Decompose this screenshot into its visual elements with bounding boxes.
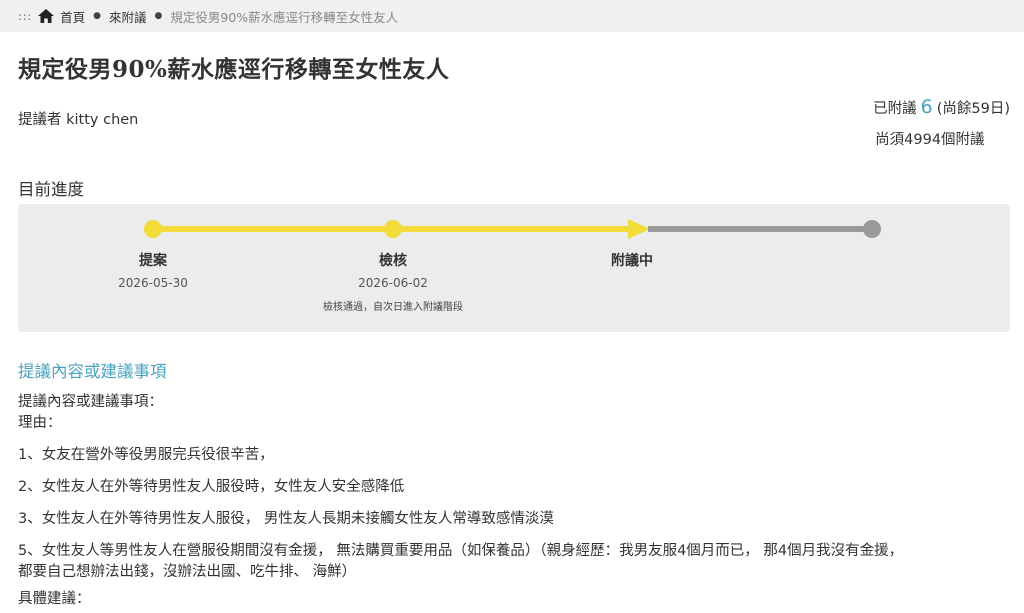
stage-date: 2026-05-30: [118, 276, 188, 290]
page-title: 規定役男90%薪水應逕行移轉至女性友人: [18, 56, 450, 83]
content-line: 提議內容或建議事項：: [18, 394, 163, 410]
breadcrumb-separator: ●: [93, 11, 101, 21]
needed-signatures: 尚須4994個附議: [875, 132, 985, 148]
content-line: 理由：: [18, 415, 62, 431]
stage-proposal: 提案 2026-05-30: [73, 250, 233, 290]
stage-label: 提案: [139, 253, 167, 269]
signed-count: 6: [920, 96, 933, 118]
stage-dot-review: [384, 220, 402, 238]
stage-dot-final: [863, 220, 881, 238]
home-icon[interactable]: [38, 9, 55, 23]
content-line: 1、女友在營外等役男服完兵役很辛苦，: [18, 447, 274, 463]
content-heading: 提議內容或建議事項: [18, 362, 167, 381]
progress-heading: 目前進度: [18, 180, 84, 199]
stage-note: 檢核通過，自次日進入附議階段: [323, 302, 463, 313]
accesskey-dots[interactable]: :::: [18, 10, 32, 23]
signed-prefix: 已附議: [873, 101, 917, 117]
signed-line: 已附議 6 (尚餘59日): [873, 94, 1010, 122]
stage-review: 檢核 2026-06-02 檢核通過，自次日進入附議階段: [313, 250, 473, 313]
remaining-days: (尚餘59日): [936, 101, 1010, 117]
breadcrumb-home-link[interactable]: 首頁: [60, 7, 85, 26]
content-line: 都要自己想辦法出錢，沒辦法出國、吃牛排、 海鮮）: [18, 564, 357, 580]
breadcrumb: ::: 首頁 ● 來附議 ● 規定役男90%薪水應逕行移轉至女性友人: [0, 0, 1024, 32]
progress-arrow-head: [628, 219, 650, 239]
content-line: 2、女性友人在外等待男性友人服役時，女性友人安全感降低: [18, 479, 405, 495]
stage-seconding: 附議中: [552, 250, 712, 270]
breadcrumb-section-link[interactable]: 來附議: [109, 7, 147, 26]
progress-tracker: 提案 2026-05-30 檢核 2026-06-02 檢核通過，自次日進入附議…: [18, 204, 1010, 332]
stage-date: 2026-06-02: [358, 276, 428, 290]
breadcrumb-current: 規定役男90%薪水應逕行移轉至女性友人: [170, 9, 399, 25]
signature-stats: 已附議 6 (尚餘59日) 尚須4994個附議: [873, 94, 1010, 150]
stage-label: 檢核: [379, 253, 407, 269]
content-line: 5、女性友人等男性友人在營服役期間沒有金援， 無法購買重要用品（如保養品）（親身…: [18, 543, 904, 559]
stage-label: 附議中: [611, 253, 653, 269]
content-line: 具體建議：: [18, 591, 91, 607]
progress-track-inactive: [648, 226, 873, 232]
stage-dot-proposal: [144, 220, 162, 238]
proposer-info: 提議者 kitty chen: [18, 112, 139, 128]
petition-content: 提議內容或建議事項： 理由： 1、女友在營外等役男服完兵役很辛苦， 2、女性友人…: [18, 392, 1008, 610]
breadcrumb-separator: ●: [154, 11, 163, 21]
content-line: 3、女性友人在外等待男性友人服役， 男性友人長期未接觸女性友人常導致感情淡漠: [18, 511, 554, 527]
